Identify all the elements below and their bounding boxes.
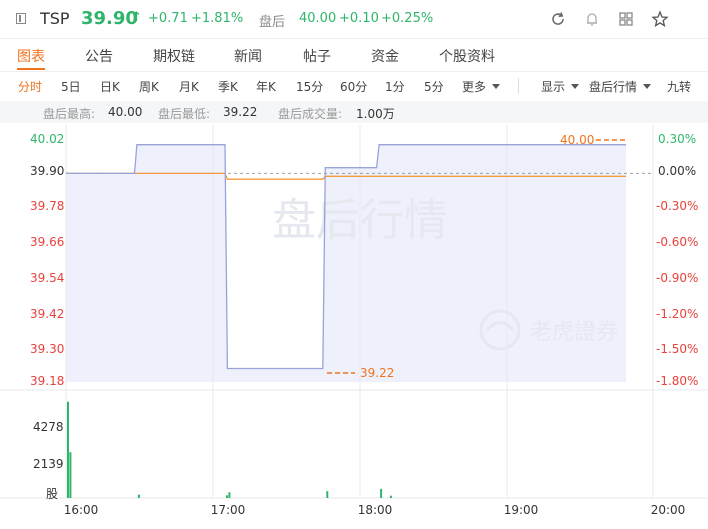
after-hours-change: +0.10 <box>339 11 379 26</box>
ticker-symbol: TSP <box>40 9 70 28</box>
high-marker-label: 40.00 <box>560 133 594 147</box>
volume-bar <box>228 492 231 498</box>
brand-watermark: 老虎證券 <box>530 320 618 345</box>
volume-tick: 4278 <box>33 420 64 434</box>
volume-tick: 2139 <box>33 457 64 471</box>
volume-bar <box>380 488 383 498</box>
volume-bar <box>137 494 140 498</box>
after-hours-change-pct: +0.25% <box>381 11 434 26</box>
tab-announcements[interactable]: 公告 <box>85 46 113 66</box>
display-dropdown[interactable]: 显示 <box>541 78 579 95</box>
tab-options-chain[interactable]: 期权链 <box>153 46 195 66</box>
percent-tick: 0.00% <box>658 164 696 178</box>
chart-watermark: 盘后行情 <box>272 195 448 246</box>
price-tick: 39.30 <box>30 342 64 356</box>
after-hours-price: 40.00 <box>299 11 337 26</box>
percent-tick: -0.30% <box>656 199 698 213</box>
price-tick: 39.78 <box>30 199 64 213</box>
percent-tick: -0.60% <box>656 235 698 249</box>
after-hours-label: 盘后 <box>259 15 286 30</box>
up-arrow-icon: ↑ <box>131 10 142 25</box>
price-tick: 39.54 <box>30 271 64 285</box>
volume-bar <box>69 452 72 498</box>
ah-low-label: 盘后最低: <box>158 107 211 121</box>
price-tick: 40.02 <box>30 132 64 146</box>
price-tick: 39.42 <box>30 307 64 321</box>
ah-high-value: 40.00 <box>108 105 143 119</box>
period-quarterly[interactable]: 季K <box>218 78 238 95</box>
price-change-pct: +1.81% <box>191 11 244 26</box>
tab-news[interactable]: 新闻 <box>234 46 262 66</box>
percent-tick: -0.90% <box>656 271 698 285</box>
time-tick: 20:00 <box>651 503 686 517</box>
time-tick: 19:00 <box>504 503 539 517</box>
star-icon[interactable] <box>651 10 669 28</box>
period-1min[interactable]: 1分 <box>385 78 405 95</box>
last-price: 39.90 <box>81 8 138 29</box>
period-5day[interactable]: 5日 <box>61 78 81 95</box>
percent-tick: 0.30% <box>658 132 696 146</box>
refresh-icon[interactable] <box>549 10 567 28</box>
period-daily[interactable]: 日K <box>100 78 120 95</box>
time-tick: 16:00 <box>64 503 99 517</box>
period-more-dropdown[interactable]: 更多 <box>462 78 500 95</box>
price-change: +0.71 <box>148 11 188 26</box>
volume-bar <box>67 401 69 498</box>
volume-bar <box>226 495 228 498</box>
period-intraday[interactable]: 分时 <box>18 78 42 95</box>
time-tick: 17:00 <box>211 503 246 517</box>
tab-chart[interactable]: 图表 <box>17 46 45 66</box>
price-tick: 39.66 <box>30 235 64 249</box>
toolbar-divider <box>518 78 519 94</box>
percent-tick: -1.80% <box>656 374 698 388</box>
tab-company-profile[interactable]: 个股资料 <box>439 46 495 66</box>
tab-capital[interactable]: 资金 <box>371 46 399 66</box>
period-5min[interactable]: 5分 <box>424 78 444 95</box>
ah-volume-label: 盘后成交量: <box>278 107 343 121</box>
volume-bar <box>326 491 329 498</box>
ah-low-value: 39.22 <box>223 105 258 119</box>
bell-icon[interactable] <box>583 10 601 28</box>
price-tick: 39.90 <box>30 164 64 178</box>
period-monthly[interactable]: 月K <box>179 78 199 95</box>
after-hours-dropdown[interactable]: 盘后行情 <box>589 78 651 95</box>
percent-tick: -1.50% <box>656 342 698 356</box>
price-tick: 39.18 <box>30 374 64 388</box>
period-selector: 分时 5日 日K 周K 月K 季K 年K 15分 60分 1分 5分 更多 显示… <box>0 72 708 100</box>
volume-tick: 股 <box>46 487 58 501</box>
period-15min[interactable]: 15分 <box>296 78 323 95</box>
ah-high-label: 盘后最高: <box>43 107 96 121</box>
low-marker-label: 39.22 <box>360 366 394 380</box>
grid-icon[interactable] <box>617 10 635 28</box>
time-tick: 18:00 <box>358 503 393 517</box>
percent-tick: -1.20% <box>656 307 698 321</box>
tab-bar: 图表 公告 期权链 新闻 帖子 资金 个股资料 <box>0 39 708 72</box>
period-weekly[interactable]: 周K <box>139 78 159 95</box>
active-tab-indicator <box>17 68 45 70</box>
tab-posts[interactable]: 帖子 <box>303 46 331 66</box>
period-yearly[interactable]: 年K <box>256 78 276 95</box>
volume-bar <box>389 495 392 498</box>
ah-volume-value: 1.00万 <box>356 107 395 121</box>
after-hours-stats: 盘后最高: 40.00 盘后最低: 39.22 盘后成交量: 1.00万 <box>0 101 708 123</box>
period-60min[interactable]: 60分 <box>340 78 367 95</box>
sidebar-toggle-icon[interactable] <box>16 13 26 24</box>
td-sequential-toggle[interactable]: 九转 <box>667 78 691 95</box>
price-area-fill <box>66 144 627 382</box>
quote-header: TSP 39.90 ↑ +0.71 +1.81% 盘后 40.00 +0.10 … <box>0 0 708 39</box>
intraday-chart[interactable]: 盘后行情 老虎證券 40.00 39.22 40.02 39.90 39.78 … <box>0 125 708 529</box>
